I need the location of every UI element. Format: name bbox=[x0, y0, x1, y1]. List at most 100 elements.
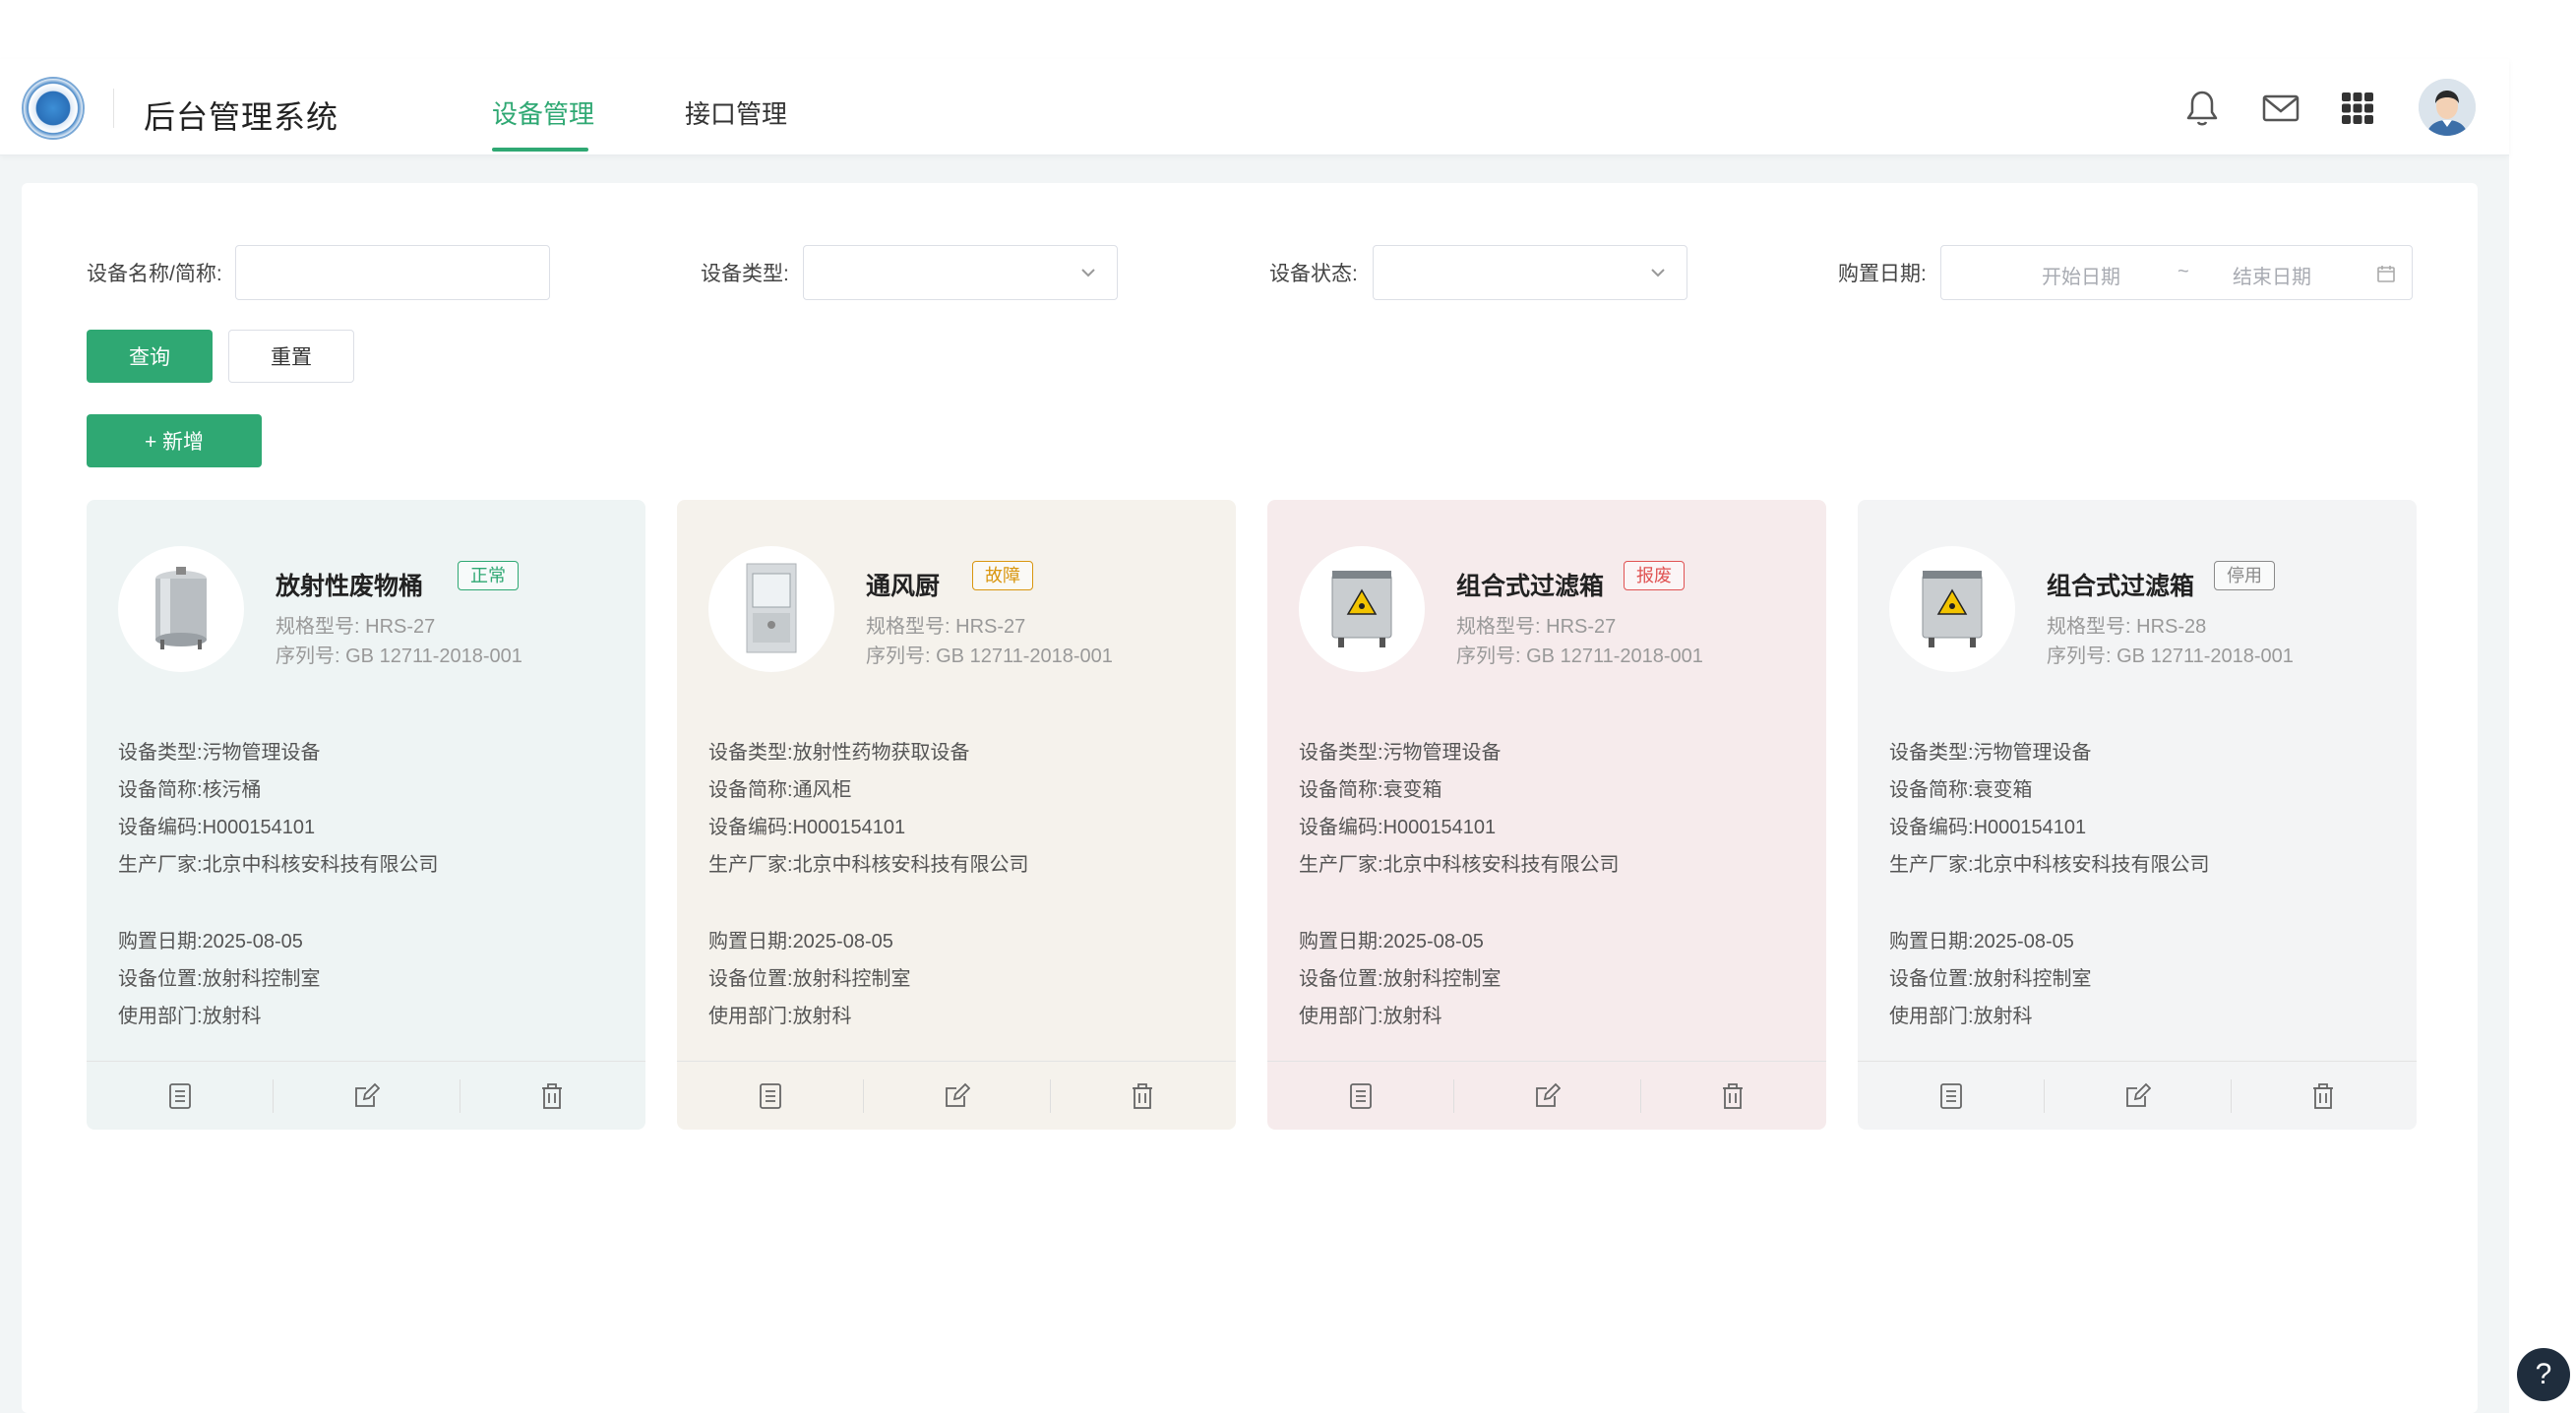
chevron-down-icon bbox=[1651, 269, 1665, 277]
help-button[interactable]: ? bbox=[2517, 1348, 2570, 1401]
right-margin bbox=[2509, 0, 2576, 1413]
delete-button[interactable] bbox=[1049, 1062, 1236, 1130]
status-badge: 正常 bbox=[458, 561, 519, 590]
device-code-row: 设备编码:H000154101 bbox=[1889, 811, 2086, 839]
manufacturer-label: 生产厂家: bbox=[708, 854, 793, 876]
top-header: 后台管理系统 设备管理 接口管理 bbox=[0, 59, 2509, 155]
department-row: 使用部门:放射科 bbox=[708, 1000, 852, 1028]
serial-value: GB 12711-2018-001 bbox=[936, 645, 1113, 667]
card-actions bbox=[677, 1061, 1236, 1130]
device-code-value: H000154101 bbox=[202, 817, 316, 838]
query-button[interactable]: 查询 bbox=[87, 330, 213, 383]
serial-value: GB 12711-2018-001 bbox=[1526, 645, 1703, 667]
detail-button[interactable] bbox=[1858, 1062, 2044, 1130]
delete-button[interactable] bbox=[2230, 1062, 2417, 1130]
purchase-date-value: 2025-08-05 bbox=[202, 931, 303, 952]
device-location-row: 设备位置:放射科控制室 bbox=[118, 962, 321, 991]
date-range-picker[interactable]: 开始日期 ~ 结束日期 bbox=[1940, 245, 2413, 300]
detail-button[interactable] bbox=[1267, 1062, 1453, 1130]
purchase-date-label: 购置日期: bbox=[118, 931, 203, 952]
name-filter-input[interactable] bbox=[235, 245, 550, 300]
device-name: 组合式过滤箱 bbox=[1456, 573, 1605, 600]
device-location-value: 放射科控制室 bbox=[1382, 968, 1502, 990]
chevron-down-icon bbox=[1081, 269, 1095, 277]
status-filter-select[interactable] bbox=[1373, 245, 1687, 300]
device-card[interactable]: 组合式过滤箱 停用 规格型号: HRS-28 序列号: GB 12711-2018-0… bbox=[1858, 500, 2417, 1130]
department-label: 使用部门: bbox=[708, 1006, 793, 1027]
manufacturer-label: 生产厂家: bbox=[1889, 854, 1974, 876]
device-card[interactable]: 组合式过滤箱 报废 规格型号: HRS-27 序列号: GB 12711-2018-0… bbox=[1267, 500, 1826, 1130]
apps-grid-icon[interactable] bbox=[2336, 87, 2379, 130]
department-value: 放射科 bbox=[1382, 1006, 1442, 1027]
device-type-value: 放射性药物获取设备 bbox=[792, 742, 970, 764]
device-short-name-row: 设备简称:衰变箱 bbox=[1889, 773, 2033, 802]
serial-label: 序列号: bbox=[866, 645, 931, 667]
delete-button[interactable] bbox=[459, 1062, 645, 1130]
add-button[interactable]: + 新增 bbox=[87, 414, 262, 467]
purchase-date-row: 购置日期:2025-08-05 bbox=[1889, 925, 2074, 953]
department-label: 使用部门: bbox=[1889, 1006, 1974, 1027]
purchase-date-value: 2025-08-05 bbox=[1382, 931, 1484, 952]
edit-button[interactable] bbox=[273, 1062, 459, 1130]
avatar[interactable] bbox=[2419, 79, 2476, 136]
device-type-row: 设备类型:污物管理设备 bbox=[118, 736, 321, 765]
device-image bbox=[118, 546, 244, 672]
trash-icon bbox=[542, 1082, 563, 1109]
manufacturer-value: 北京中科核安科技有限公司 bbox=[1973, 854, 2210, 876]
device-name: 放射性废物桶 bbox=[276, 573, 424, 600]
app-title: 后台管理系统 bbox=[144, 99, 339, 135]
edit-icon bbox=[1536, 1082, 1561, 1107]
device-location-value: 放射科控制室 bbox=[792, 968, 911, 990]
department-value: 放射科 bbox=[1973, 1006, 2033, 1027]
serial-row: 序列号: GB 12711-2018-001 bbox=[276, 640, 522, 668]
device-card[interactable]: 放射性废物桶 正常 规格型号: HRS-27 序列号: GB 12711-2018-0… bbox=[87, 500, 645, 1130]
calendar-icon bbox=[2377, 266, 2395, 282]
status-badge: 停用 bbox=[2214, 561, 2275, 590]
device-card[interactable]: 通风厨 故障 规格型号: HRS-27 序列号: GB 12711-2018-001 设… bbox=[677, 500, 1236, 1130]
device-code-value: H000154101 bbox=[792, 817, 906, 838]
device-type-value: 污物管理设备 bbox=[1973, 742, 2092, 764]
detail-button[interactable] bbox=[87, 1062, 273, 1130]
device-type-label: 设备类型: bbox=[1299, 742, 1383, 764]
bell-icon[interactable] bbox=[2180, 87, 2224, 130]
detail-button[interactable] bbox=[677, 1062, 863, 1130]
trash-icon bbox=[2313, 1082, 2334, 1109]
divider bbox=[113, 89, 114, 128]
spec-value: HRS-27 bbox=[955, 616, 1026, 638]
edit-button[interactable] bbox=[863, 1062, 1049, 1130]
department-row: 使用部门:放射科 bbox=[1889, 1000, 2033, 1028]
device-code-row: 设备编码:H000154101 bbox=[118, 811, 315, 839]
manufacturer-row: 生产厂家:北京中科核安科技有限公司 bbox=[708, 848, 1029, 877]
device-type-row: 设备类型:放射性药物获取设备 bbox=[708, 736, 970, 765]
purchase-date-value: 2025-08-05 bbox=[792, 931, 893, 952]
reset-button[interactable]: 重置 bbox=[228, 330, 354, 383]
manufacturer-value: 北京中科核安科技有限公司 bbox=[202, 854, 439, 876]
device-short-name-value: 衰变箱 bbox=[1973, 779, 2033, 801]
mail-icon[interactable] bbox=[2259, 87, 2302, 130]
serial-row: 序列号: GB 12711-2018-001 bbox=[1456, 640, 1703, 668]
device-name: 通风厨 bbox=[866, 573, 941, 600]
manufacturer-label: 生产厂家: bbox=[118, 854, 203, 876]
type-filter-select[interactable] bbox=[803, 245, 1118, 300]
spec-label: 规格型号: bbox=[276, 616, 360, 638]
device-short-name-label: 设备简称: bbox=[1889, 779, 1974, 801]
delete-button[interactable] bbox=[1639, 1062, 1826, 1130]
serial-label: 序列号: bbox=[2047, 645, 2112, 667]
card-actions bbox=[1858, 1061, 2417, 1130]
edit-button[interactable] bbox=[1453, 1062, 1639, 1130]
start-date-placeholder[interactable]: 开始日期 bbox=[2042, 261, 2120, 289]
edit-button[interactable] bbox=[2044, 1062, 2230, 1130]
device-location-row: 设备位置:放射科控制室 bbox=[1299, 962, 1502, 991]
spec-row: 规格型号: HRS-28 bbox=[2047, 610, 2206, 639]
device-location-row: 设备位置:放射科控制室 bbox=[708, 962, 911, 991]
serial-row: 序列号: GB 12711-2018-001 bbox=[2047, 640, 2294, 668]
name-filter-label: 设备名称/简称: bbox=[87, 263, 222, 285]
range-separator: ~ bbox=[2177, 261, 2189, 282]
manufacturer-row: 生产厂家:北京中科核安科技有限公司 bbox=[1889, 848, 2210, 877]
active-tab-underline bbox=[492, 148, 588, 152]
tab-device-management[interactable]: 设备管理 bbox=[492, 94, 594, 131]
department-row: 使用部门:放射科 bbox=[118, 1000, 262, 1028]
end-date-placeholder[interactable]: 结束日期 bbox=[2233, 261, 2311, 289]
tab-interface-management[interactable]: 接口管理 bbox=[685, 94, 787, 131]
device-location-value: 放射科控制室 bbox=[202, 968, 321, 990]
